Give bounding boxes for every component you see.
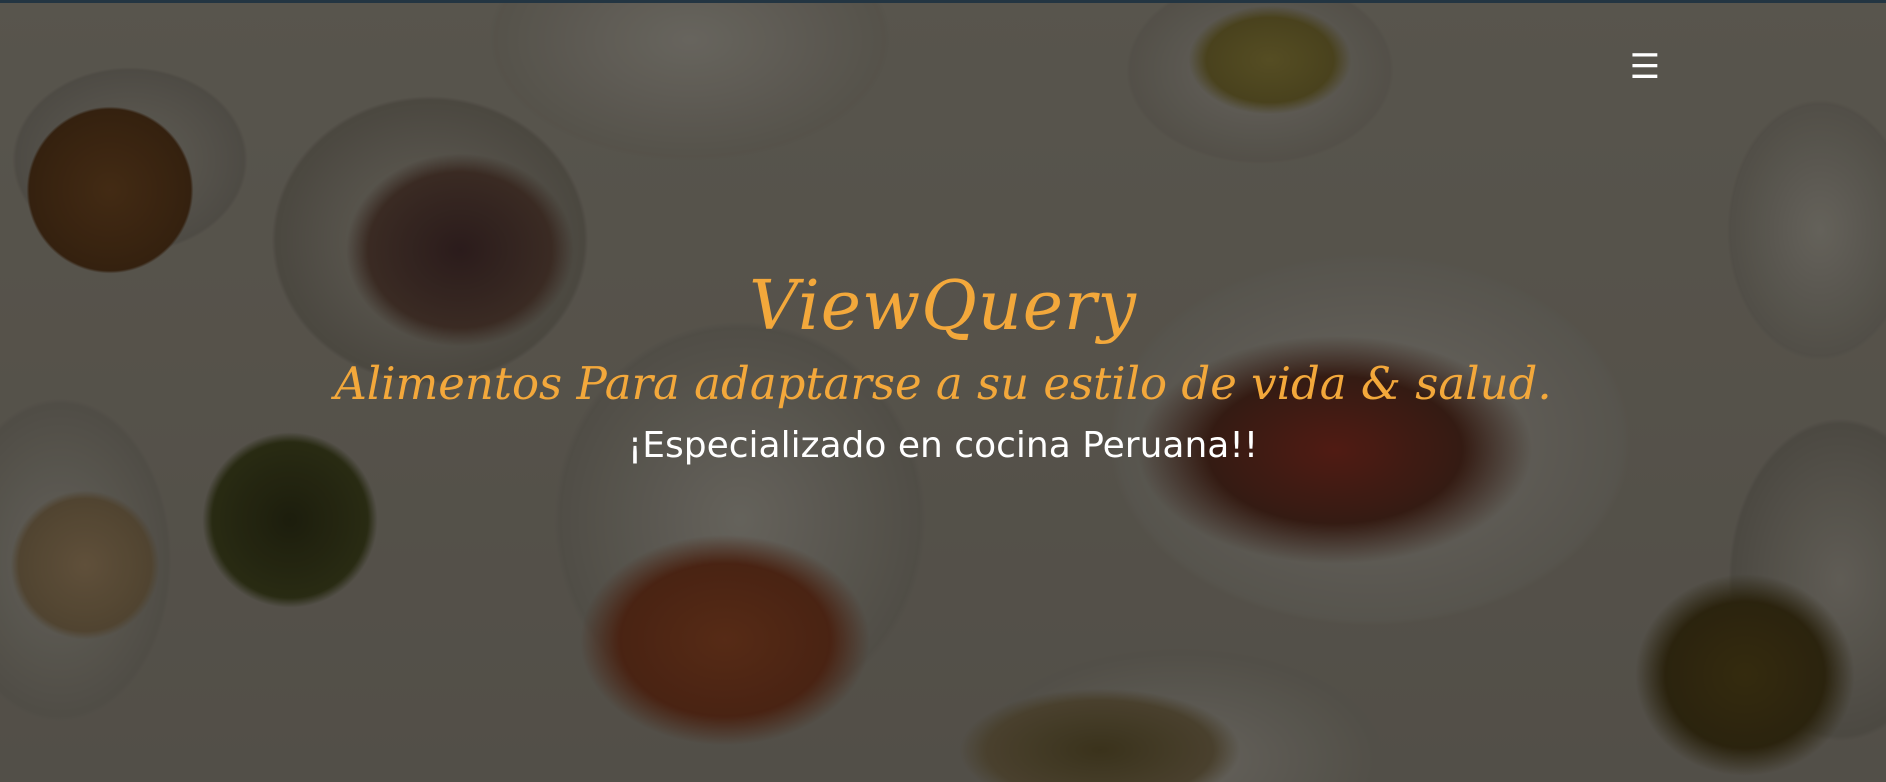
hamburger-menu-icon[interactable]: ☰ <box>1628 50 1662 84</box>
brand-title: ViewQuery <box>749 267 1137 346</box>
hero-tagline: Alimentos Para adaptarse a su estilo de … <box>334 357 1552 410</box>
hero-section: ☰ ViewQuery Alimentos Para adaptarse a s… <box>0 0 1886 782</box>
hero-subtitle: ¡Especializado en cocina Peruana!! <box>627 425 1259 466</box>
hero-content: ViewQuery Alimentos Para adaptarse a su … <box>0 262 1886 472</box>
